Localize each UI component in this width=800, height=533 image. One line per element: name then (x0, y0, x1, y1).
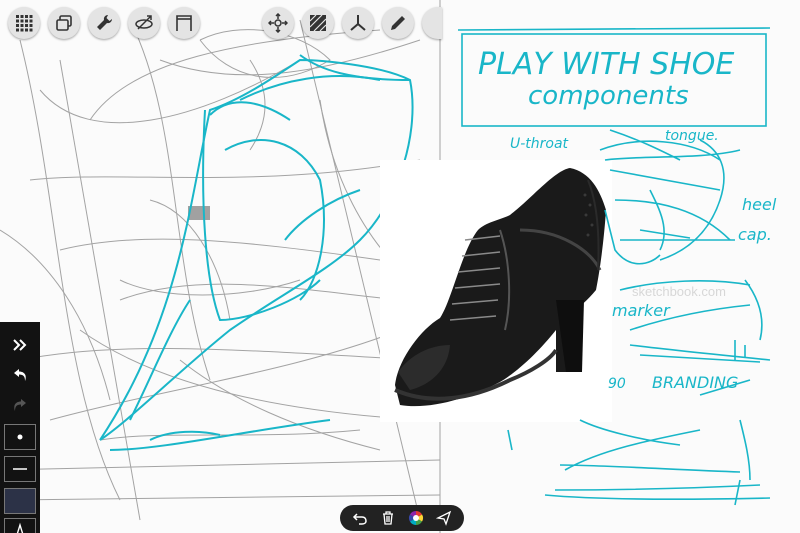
label-branding-prefix: 90 (608, 376, 626, 392)
send-icon[interactable] (435, 509, 453, 527)
brush-panel (0, 322, 40, 533)
trash-icon[interactable] (379, 509, 397, 527)
label-marker: marker (612, 301, 671, 320)
expand-chevrons-icon[interactable] (4, 332, 36, 358)
hatch-fill-icon[interactable] (302, 7, 334, 39)
perspective-icon[interactable] (128, 7, 160, 39)
brush-line-icon[interactable] (4, 456, 36, 482)
brush-dot-icon[interactable] (4, 424, 36, 450)
text-tool-icon[interactable] (4, 518, 36, 533)
label-throat: U-throat (510, 136, 569, 152)
bottom-action-bar (340, 505, 464, 531)
app-window: PLAY WITH SHOE components U-throat tongu… (0, 0, 800, 533)
label-cap: cap. (738, 225, 772, 244)
watermark: sketchbook.com (632, 284, 726, 299)
title-line-2: components (528, 81, 689, 111)
label-tongue: tongue. (665, 128, 719, 144)
drawing-canvas[interactable]: PLAY WITH SHOE components U-throat tongu… (0, 0, 800, 533)
cyan-shoe-sketch (99, 54, 414, 451)
label-heel: heel (742, 195, 777, 214)
label-branding: BRANDING (652, 373, 738, 392)
redo-icon[interactable] (4, 392, 36, 418)
transform-icon[interactable] (262, 7, 294, 39)
grid-menu-icon[interactable] (8, 7, 40, 39)
wrench-icon[interactable] (88, 7, 120, 39)
symmetry-icon[interactable] (342, 7, 374, 39)
frame-icon[interactable] (168, 7, 200, 39)
layers-icon[interactable] (48, 7, 80, 39)
pen-tool-icon[interactable] (382, 7, 414, 39)
pencil-sketch (0, 0, 441, 533)
undo-arrow-icon[interactable] (351, 509, 369, 527)
color-wheel-icon[interactable] (407, 509, 425, 527)
color-swatch-icon[interactable] (4, 488, 36, 514)
title-line-1: PLAY WITH SHOE (478, 47, 734, 82)
undo-icon[interactable] (4, 362, 36, 388)
